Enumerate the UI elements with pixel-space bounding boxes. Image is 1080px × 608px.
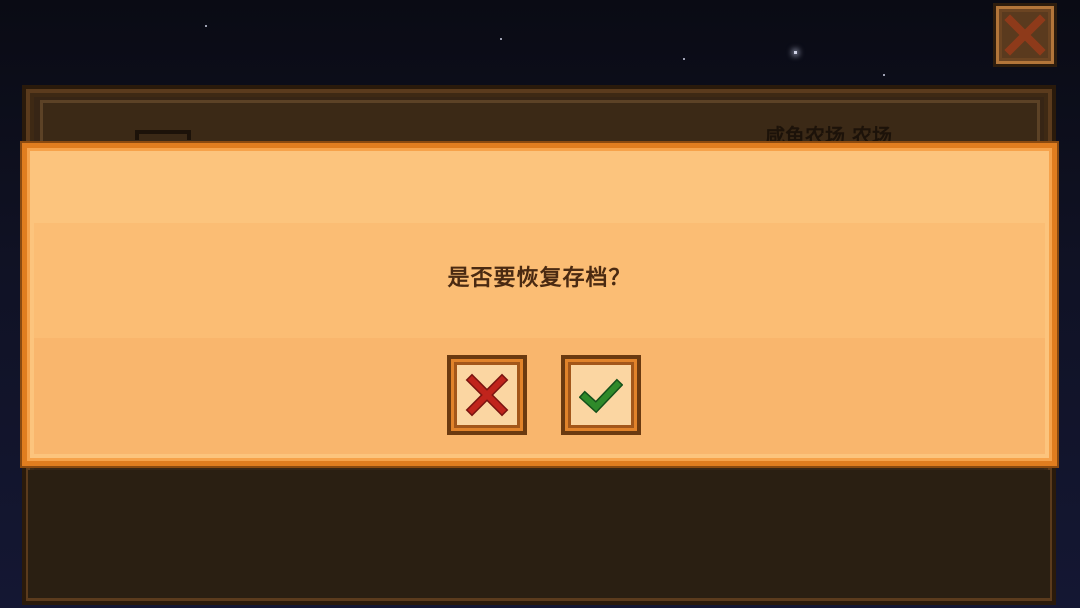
sky-star: [205, 25, 207, 27]
sky-star: [883, 74, 885, 76]
confirm-button[interactable]: [561, 355, 641, 435]
save-slot-icon: [135, 130, 191, 140]
sky-star: [683, 58, 685, 60]
sky-star-bright: [794, 51, 797, 54]
red-x-icon: [465, 373, 509, 417]
dialog-message: 是否要恢复存档？: [447, 266, 632, 291]
cancel-button[interactable]: [447, 355, 527, 435]
close-menu-button[interactable]: [993, 3, 1057, 67]
save-list-lower: [28, 470, 1050, 598]
restore-save-dialog: 是否要恢复存档？: [22, 143, 1057, 466]
sky-star: [500, 38, 502, 40]
close-x-icon: [1004, 14, 1046, 56]
green-checkmark-icon: [579, 378, 623, 414]
